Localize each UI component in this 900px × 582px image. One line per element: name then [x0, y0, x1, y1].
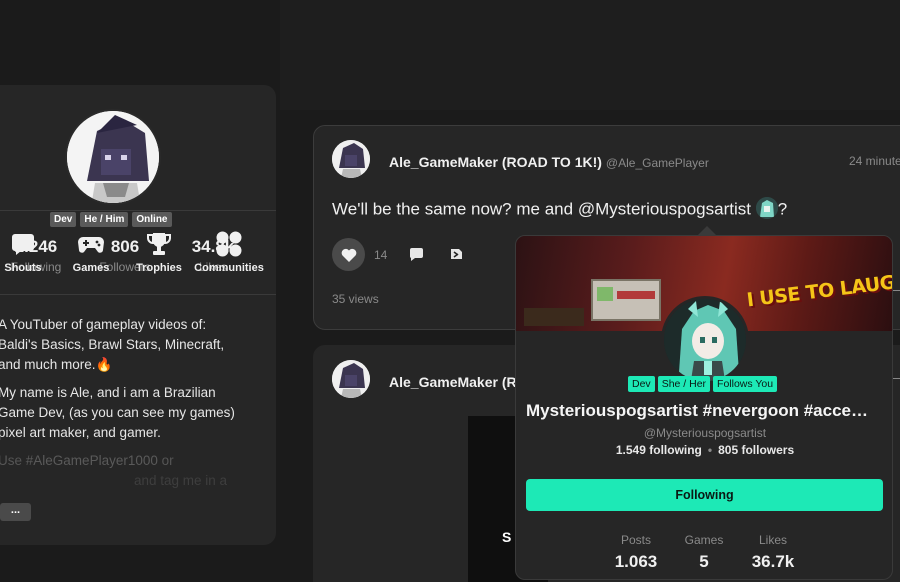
bio-line: Baldi's Basics, Brawl Stars, Minecraft, [0, 337, 225, 352]
banner-caption: I USE TO LAUGH AT THAT [745, 259, 893, 312]
shouts-icon [0, 230, 58, 258]
stat-value: 5 [699, 552, 709, 571]
edge-divider [893, 290, 900, 291]
hover-stat-likes[interactable]: Likes 36.7k [733, 533, 813, 572]
stat-label: Games [684, 533, 724, 547]
profile-badges: Dev He / Him Online [50, 212, 172, 227]
stat-value: 36.7k [751, 552, 795, 571]
post-author[interactable]: Ale_GameMaker (ROAD TO 1K!) @Ale_GamePlay… [389, 154, 709, 170]
action-communities[interactable]: Communities [191, 230, 267, 274]
stat-label: Likes [758, 533, 787, 547]
following-count[interactable]: 1.549 following [616, 443, 702, 457]
edge-divider [893, 378, 900, 379]
like-count: 14 [374, 248, 388, 262]
top-band [280, 0, 900, 110]
post-author-avatar[interactable] [332, 140, 370, 178]
action-games[interactable]: Games [56, 230, 126, 274]
badge-dev: Dev [50, 212, 77, 227]
post-author-name[interactable]: Ale_GameMaker (R [389, 374, 517, 390]
bio-word: or [161, 453, 174, 468]
separator-dot: • [707, 443, 713, 457]
view-count: 35 views [332, 292, 379, 306]
followers-count[interactable]: 805 followers [718, 443, 794, 457]
post-author-avatar[interactable] [332, 360, 370, 398]
post-mention[interactable]: @Mysteriouspogsartist [578, 199, 751, 218]
action-label: Trophies [136, 262, 182, 274]
bio-hashtag[interactable]: #AleGamePlayer1000 [26, 453, 158, 468]
mention-avatar [755, 197, 778, 219]
hover-card-avatar[interactable] [661, 296, 749, 384]
hover-card-follow-counts: 1.549 following • 805 followers [516, 443, 892, 457]
action-label: Shouts [4, 262, 42, 274]
communities-icon [191, 230, 267, 258]
hover-card-badges: Dev She / Her Follows You [628, 376, 778, 392]
profile-avatar[interactable] [65, 109, 161, 205]
bio-line: My name is Ale, and i am a Brazilian [0, 385, 216, 400]
profile-bio: A YouTuber of gameplay videos of: Baldi'… [0, 315, 258, 499]
action-label: Games [72, 262, 110, 274]
post-text: ? [777, 199, 788, 219]
post-body: We'll be the same now? me and @Mysteriou… [332, 197, 788, 221]
reshare-icon[interactable] [449, 246, 465, 267]
badge-pronouns: He / Him [80, 212, 129, 227]
badge-pronouns: She / Her [657, 376, 711, 392]
badge-dev: Dev [628, 376, 655, 392]
hover-card-name[interactable]: Mysteriouspogsartist #nevergoon #acce… [526, 401, 884, 421]
action-trophies[interactable]: Trophies [124, 230, 194, 274]
bio-paragraph-2: My name is Ale, and i am a Brazilian Gam… [0, 383, 258, 443]
bio-line: pixel art maker, and gamer. [0, 425, 161, 440]
bio-paragraph-3: Use #AleGamePlayer1000 or and tag me in … [0, 451, 258, 491]
trophy-icon [124, 230, 194, 258]
user-hover-card: I USE TO LAUGH AT THAT Dev She / Her Fol… [515, 235, 893, 580]
badge-status: Online [132, 212, 172, 227]
bio-line: Game Dev, (as you can see my games) [0, 405, 235, 420]
bio-paragraph-1: A YouTuber of gameplay videos of: Baldi'… [0, 315, 258, 375]
badge-follows-you: Follows You [713, 376, 778, 392]
banner-decoration [524, 308, 584, 326]
following-button[interactable]: Following [526, 479, 883, 511]
media-glyph: S [502, 529, 512, 545]
bio-line: and tag me in a [134, 473, 228, 488]
post-text: We'll be the same now? me and [332, 199, 574, 219]
bio-word: Use [0, 453, 23, 468]
gamepad-icon [56, 230, 126, 258]
heart-icon [341, 248, 356, 262]
show-more-button[interactable]: ... [0, 503, 31, 521]
action-label: Communities [194, 262, 264, 274]
hover-card-handle: @Mysteriouspogsartist [643, 426, 767, 440]
comment-icon[interactable] [409, 247, 424, 267]
divider [0, 210, 276, 211]
bio-line: and much more. [0, 357, 96, 372]
post-author-name[interactable]: Ale_GameMaker (ROAD TO 1K!) [389, 154, 602, 170]
post-timestamp: 24 minutes [849, 154, 900, 168]
popover-caret [698, 226, 716, 235]
action-shouts[interactable]: Shouts [0, 230, 58, 274]
bio-line: A YouTuber of gameplay videos of: [0, 317, 207, 332]
banner-decoration [591, 279, 661, 321]
like-button[interactable] [332, 238, 365, 271]
divider [0, 294, 276, 295]
hover-stat-games[interactable]: Games 5 [664, 533, 744, 572]
post-author-handle[interactable]: @Ale_GamePlayer [606, 156, 709, 170]
fire-emoji: 🔥 [95, 357, 113, 372]
